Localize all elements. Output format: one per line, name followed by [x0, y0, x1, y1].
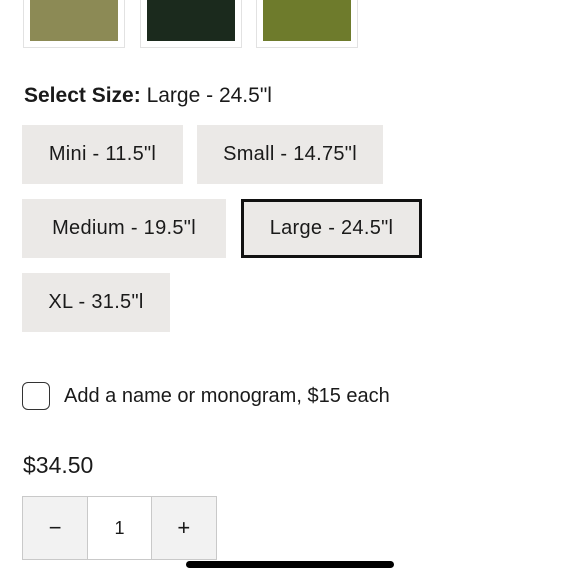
plus-icon: + — [177, 515, 191, 540]
price: $34.50 — [23, 452, 94, 478]
size-option-label: Medium - 19.5"l — [52, 217, 196, 239]
size-option-label: XL - 31.5"l — [48, 291, 144, 313]
increment-button[interactable]: + — [151, 497, 216, 559]
selected-size-value: Large - 24.5"l — [146, 84, 272, 107]
size-option-small[interactable]: Small - 14.75"l — [197, 125, 383, 184]
quantity-input[interactable]: 1 — [87, 497, 152, 559]
swatch-olive-tan[interactable] — [23, 0, 125, 48]
quantity-stepper: − 1 + — [22, 496, 217, 560]
monogram-option[interactable]: Add a name or monogram, $15 each — [22, 382, 390, 410]
home-indicator — [186, 561, 394, 568]
swatch-dark-green[interactable] — [140, 0, 242, 48]
size-option-large[interactable]: Large - 24.5"l — [241, 199, 422, 258]
swatch-image — [263, 0, 351, 41]
monogram-checkbox[interactable] — [22, 382, 50, 410]
select-size-label: Select Size: — [24, 84, 141, 107]
select-size-heading: Select Size: Large - 24.5"l — [24, 84, 272, 108]
size-option-medium[interactable]: Medium - 19.5"l — [22, 199, 226, 258]
decrement-button[interactable]: − — [23, 497, 88, 559]
size-option-label: Small - 14.75"l — [223, 143, 357, 165]
size-option-mini[interactable]: Mini - 11.5"l — [22, 125, 183, 184]
minus-icon: − — [48, 515, 62, 540]
swatch-olive-green[interactable] — [256, 0, 358, 48]
size-option-label: Mini - 11.5"l — [48, 143, 157, 165]
monogram-label[interactable]: Add a name or monogram, $15 each — [64, 385, 390, 408]
swatch-image — [147, 0, 235, 41]
size-option-label: Large - 24.5"l — [269, 217, 394, 239]
swatch-image — [30, 0, 118, 41]
size-option-xl[interactable]: XL - 31.5"l — [22, 273, 170, 332]
